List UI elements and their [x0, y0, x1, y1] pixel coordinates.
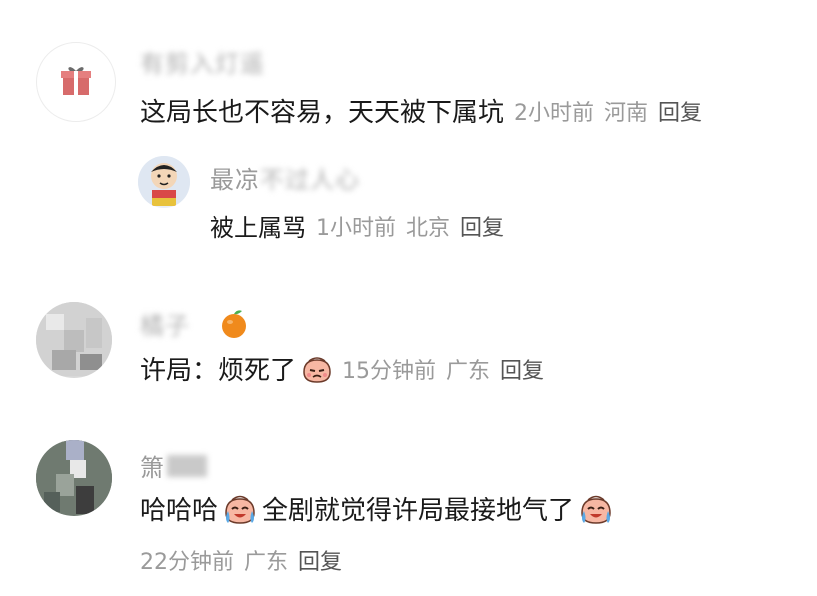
comment-time: 2小时前	[514, 100, 595, 126]
comment-row: 哈哈哈 全剧就觉得许局最接地气了	[140, 490, 618, 527]
comment-text: 这局长也不容易，天天被下属坑	[140, 98, 505, 128]
comment-text-part1: 哈哈哈	[140, 496, 219, 526]
commenter-name-row[interactable]: 橘子	[140, 306, 250, 341]
reply-button[interactable]: 回复	[298, 550, 342, 575]
avatar[interactable]	[36, 42, 116, 122]
reply-row: 被上属骂 1小时前 北京 回复	[210, 208, 514, 243]
annoyed-face-emoji	[300, 352, 334, 386]
reply-button[interactable]: 回复	[460, 216, 504, 241]
name-mosaic	[167, 454, 207, 477]
commenter-name: 箫	[140, 454, 165, 482]
laugh-cry-emoji	[222, 491, 258, 527]
blurred-avatar	[36, 302, 112, 378]
comment-meta: 22分钟前 广东 回复	[140, 544, 342, 576]
comment-row: 这局长也不容易，天天被下属坑 2小时前 河南 回复	[140, 92, 712, 129]
reply-text: 被上属骂	[210, 214, 306, 242]
comment-time: 15分钟前	[342, 358, 437, 384]
comment-text-part2: 全剧就觉得许局最接地气了	[262, 496, 575, 526]
comment-row: 许局：烦死了 15分钟前 广东 回复	[140, 350, 554, 387]
comment-location: 广东	[244, 550, 289, 575]
avatar[interactable]	[138, 156, 190, 208]
gift-icon	[58, 62, 94, 102]
reply-time: 1小时前	[316, 215, 396, 241]
comment-location: 广东	[446, 358, 491, 384]
comment-meta: 15分钟前 广东 回复	[342, 353, 554, 385]
comment-text: 许局：烦死了	[140, 356, 297, 386]
comment-location: 河南	[604, 100, 649, 126]
avatar[interactable]	[36, 440, 112, 516]
commenter-name-row[interactable]: 箫	[140, 448, 207, 483]
comment-time: 22分钟前	[140, 550, 234, 575]
avatar[interactable]	[36, 302, 112, 378]
orange-icon	[218, 308, 250, 340]
cartoon-boy-icon	[138, 156, 190, 208]
reply-meta: 1小时前 北京 回复	[316, 210, 514, 242]
commenter-name[interactable]: 有剪入灯遥	[140, 44, 265, 79]
reply-location: 北京	[406, 215, 451, 241]
commenter-name: 橘子	[140, 312, 190, 340]
reply-commenter-name[interactable]: 最凉不过人心	[210, 160, 360, 195]
laugh-cry-emoji	[578, 491, 614, 527]
blurred-avatar	[36, 440, 112, 516]
comment-meta: 2小时前 河南 回复	[514, 95, 712, 127]
reply-button[interactable]: 回复	[500, 359, 544, 384]
reply-button[interactable]: 回复	[658, 101, 702, 126]
